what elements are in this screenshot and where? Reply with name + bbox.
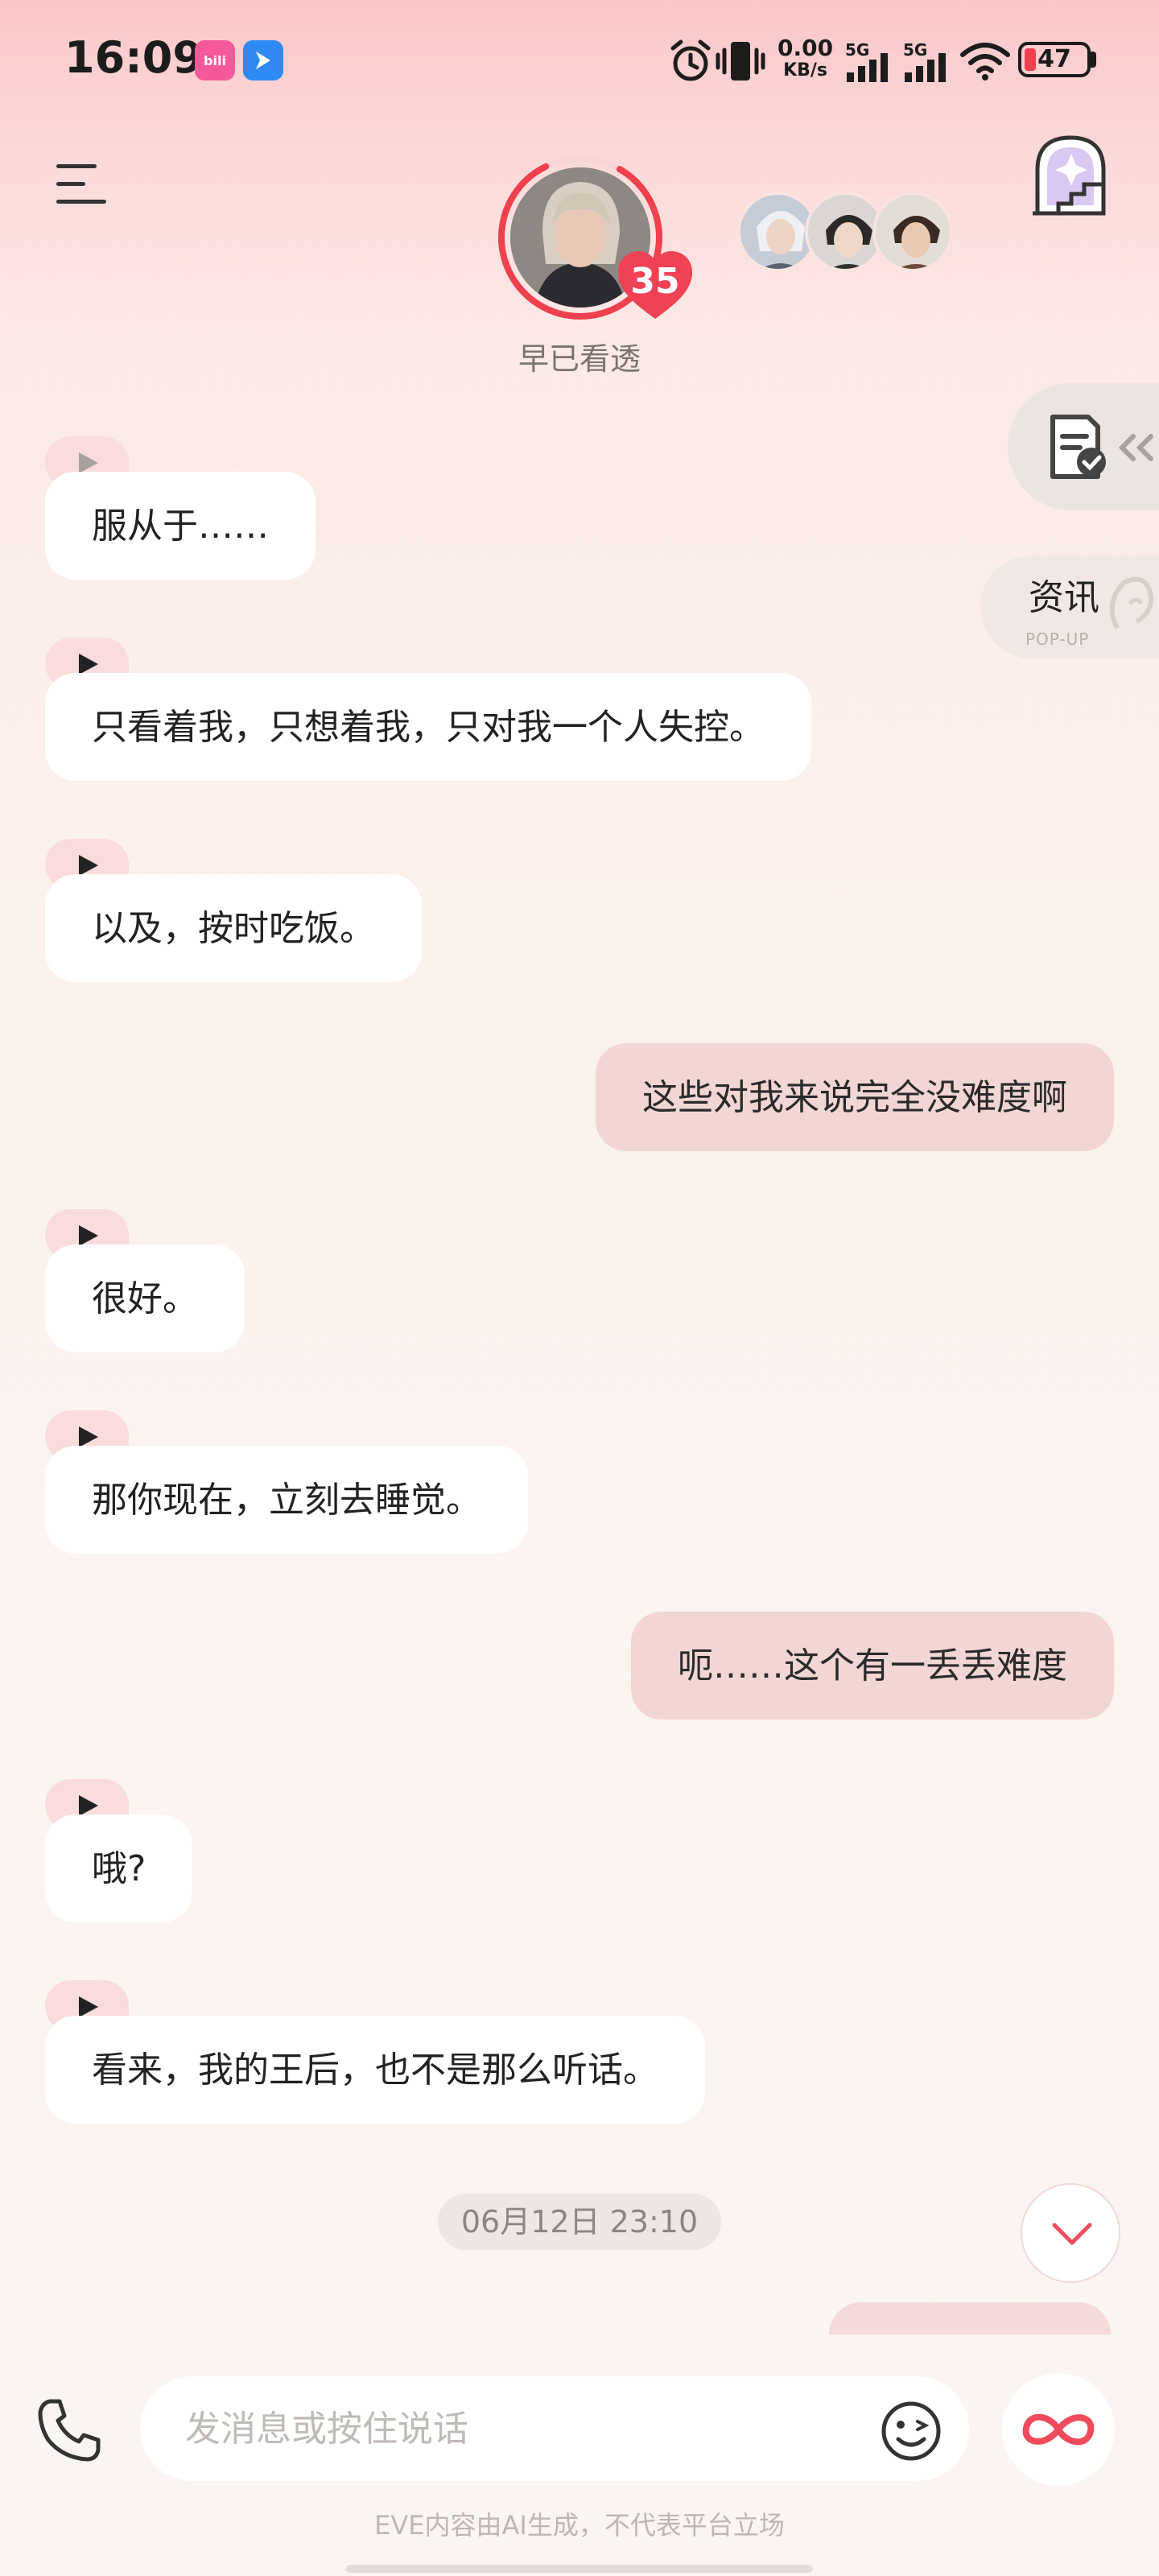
status-time: 16:09	[64, 32, 203, 83]
mini-avatar-3[interactable]	[872, 192, 953, 272]
vibrate-icon	[716, 42, 765, 80]
memo-side-button[interactable]	[1008, 383, 1159, 510]
user-message-bubble[interactable]: 呃……这个有一丢丢难度	[631, 1612, 1114, 1719]
battery-level: 47	[1037, 45, 1071, 73]
affection-heart-badge: 35	[617, 250, 694, 322]
menu-icon[interactable]	[56, 161, 106, 206]
bilibili-app-icon: bili	[195, 40, 235, 80]
tower-door-icon[interactable]	[1026, 133, 1115, 221]
wifi-icon	[960, 43, 1010, 80]
chevron-double-left-icon	[1118, 434, 1153, 461]
news-sublabel: POP-UP	[1025, 630, 1090, 649]
character-avatar[interactable]: 35	[496, 153, 692, 322]
status-bar: 16:09 bili 0.00 KB/s 5G 5G 47	[0, 0, 1159, 121]
scroll-to-bottom-button[interactable]	[1021, 2183, 1120, 2283]
ai-message-bubble[interactable]: 很好。	[45, 1245, 245, 1352]
phone-call-icon[interactable]	[35, 2395, 105, 2464]
net-speed-value: 0.00	[777, 35, 834, 61]
lark-app-icon	[243, 40, 283, 80]
message-input[interactable]	[140, 2376, 969, 2481]
alarm-icon	[670, 39, 711, 81]
news-label: 资讯	[1029, 577, 1099, 618]
signal-strength-icon	[847, 53, 888, 82]
infinity-button[interactable]	[1002, 2373, 1115, 2486]
chevron-down-icon	[1052, 2223, 1092, 2245]
news-popup-button[interactable]: 资讯 POP-UP	[980, 555, 1159, 658]
ai-message-bubble[interactable]: 只看着我，只想着我，只对我一个人失控。	[45, 673, 811, 781]
infinity-icon	[1022, 2413, 1095, 2446]
user-message-bubble[interactable]: 这些对我来说完全没难度啊	[596, 1043, 1114, 1151]
character-name: 早已看透	[518, 341, 641, 377]
net-speed-unit: KB/s	[783, 60, 828, 80]
partial-message-bubble	[829, 2302, 1111, 2334]
net-speed: 0.00 KB/s	[777, 37, 833, 82]
home-indicator	[346, 2565, 813, 2573]
ear-decoration-icon	[1109, 576, 1154, 630]
ai-message-bubble[interactable]: 哦?	[45, 1814, 193, 1922]
battery-tip	[1091, 52, 1096, 68]
message-timestamp: 06月12日 23:10	[438, 2194, 721, 2250]
affection-level: 35	[630, 261, 680, 302]
ai-message-bubble[interactable]: 看来，我的王后，也不是那么听话。	[45, 2016, 705, 2124]
ai-message-bubble[interactable]: 以及，按时吃饭。	[45, 874, 422, 982]
signal-strength-icon-2	[905, 53, 946, 82]
ai-message-bubble[interactable]: 那你现在，立刻去睡觉。	[45, 1446, 528, 1554]
ai-message-bubble[interactable]: 服从于……	[45, 472, 316, 580]
document-check-icon	[1050, 415, 1106, 479]
emoji-wink-icon[interactable]	[879, 2399, 943, 2463]
battery-indicator: 47	[1018, 42, 1091, 77]
ai-disclaimer: EVE内容由AI生成，不代表平台立场	[374, 2510, 785, 2541]
